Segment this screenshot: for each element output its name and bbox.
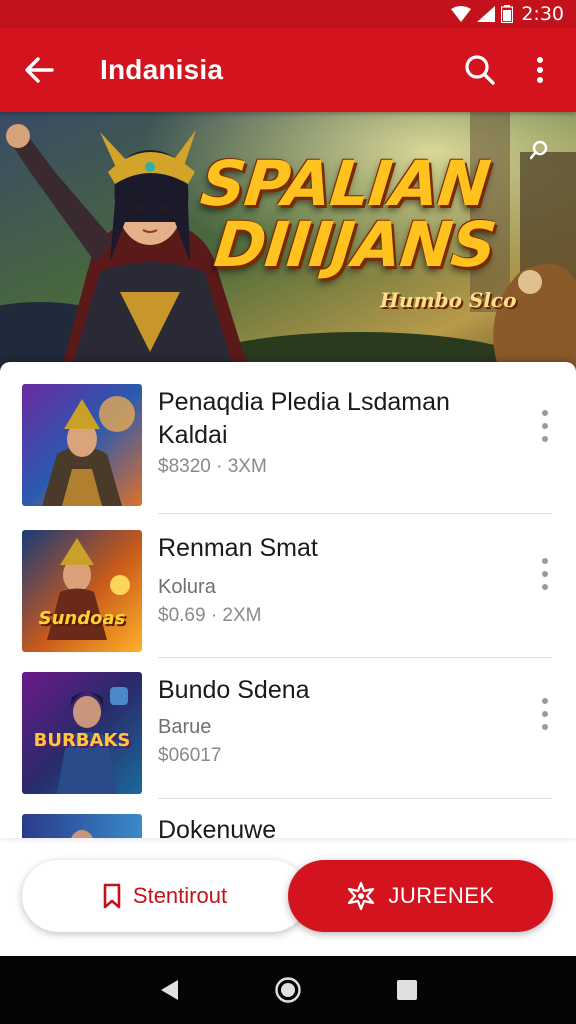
app-bar: Indanisia [0,28,576,112]
item-price: $06017 [158,745,222,766]
more-vert-icon [542,698,548,730]
status-bar: 2:30 [0,0,576,28]
wifi-icon [451,6,472,22]
stentirout-button[interactable]: Stentirout [22,860,308,932]
star-burst-icon [348,881,375,911]
nav-home-button[interactable] [268,970,308,1010]
bookmark-icon [103,883,121,909]
thumbnail-logo-text: BURBAKS [33,730,131,751]
search-button[interactable] [448,28,512,112]
battery-icon [501,5,514,23]
more-options-button[interactable] [512,28,568,112]
system-nav-bar [0,956,576,1024]
banner-title-line2: DIIIJANS [211,207,500,281]
page-title: Indanisia [100,54,224,85]
item-price: $0.69 · 2XM [158,605,262,626]
back-triangle-icon [161,980,179,1000]
more-vert-icon [542,558,548,590]
more-vert-icon [537,57,543,83]
search-icon [465,55,495,85]
item-subtitle: Kolura [158,576,216,598]
home-circle-icon [275,977,301,1003]
item-subtitle: Barue [158,716,212,738]
game-list: Penaqdia Pledia Lsdaman Kaldai $8320 · 3… [0,362,576,838]
item-more-button[interactable] [530,554,560,594]
status-time: 2:30 [521,3,564,25]
featured-banner[interactable]: SPALIAN DIIIJANS Humbo Slco [0,112,576,374]
banner-title: SPALIAN DIIIJANS [192,147,525,281]
nav-recents-button[interactable] [387,970,427,1010]
item-title: Renman Smat [158,534,318,562]
recents-square-icon [396,980,417,1000]
stentirout-label: Stentirout [132,883,228,908]
item-more-button[interactable] [530,694,560,734]
item-title: Dokenuwe [158,816,277,838]
nav-back-button[interactable] [149,970,189,1010]
back-arrow-icon [25,57,54,83]
jurenek-label: JURENEK [388,883,495,908]
game-thumbnail: Sundoas [22,530,142,652]
signal-icon [477,6,496,22]
thumbnail-logo-text: Sundoas [38,608,126,629]
list-item[interactable]: Penaqdia Pledia Lsdaman Kaldai $8320 · 3… [0,362,576,514]
list-item[interactable]: BURBAKS Bundo Sdena Barue $06017 [0,650,576,799]
back-button[interactable] [0,28,78,112]
list-item[interactable]: Sundoas Renman Smat Kolura $0.69 · 2XM [0,508,576,658]
status-icons [451,5,514,23]
game-thumbnail [22,384,142,506]
game-thumbnail [22,814,142,838]
search-icon [530,140,548,160]
item-title: Penaqdia Pledia Lsdaman Kaldai [158,388,450,449]
banner-zoom-button[interactable] [526,134,556,164]
item-price: $8320 · 3XM [158,456,267,477]
more-vert-icon [542,410,548,442]
game-thumbnail: BURBAKS [22,672,142,794]
banner-title-line1: SPALIAN [197,147,493,220]
item-title: Bundo Sdena [158,676,310,704]
jurenek-button[interactable]: JURENEK [288,860,553,932]
item-more-button[interactable] [530,406,560,446]
list-item[interactable]: Dokenuwe [0,792,576,838]
banner-subtitle: Humbo Slco [380,288,517,312]
